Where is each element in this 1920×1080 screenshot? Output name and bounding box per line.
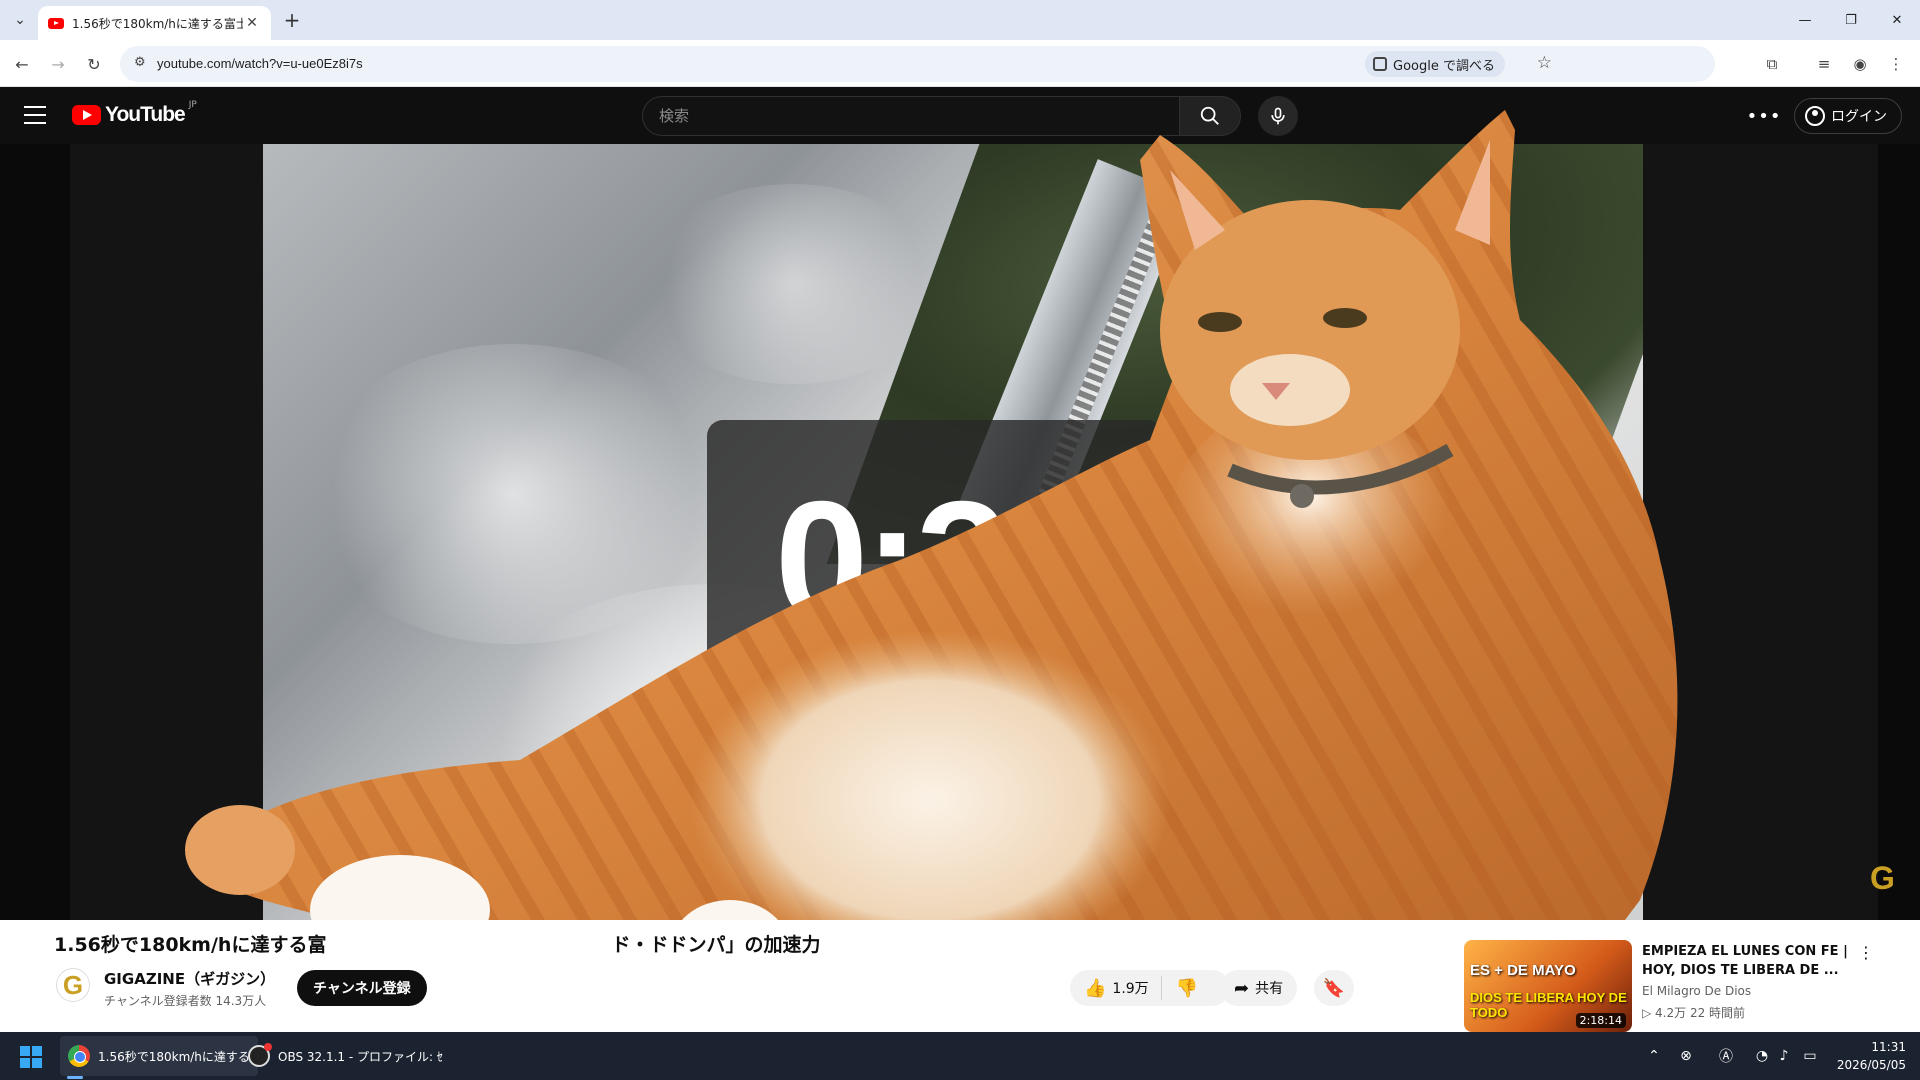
more-options-icon[interactable]: ••• xyxy=(1747,102,1781,130)
video-duration-badge: 2:18:14 xyxy=(1575,1013,1626,1028)
video-title: 1.56秒で180km/hに達する富 ド・ドドンパ」の加速力 xyxy=(54,934,821,956)
chrome-menu-icon[interactable]: ⋮ xyxy=(1884,52,1908,76)
tab-close-icon[interactable]: ✕ xyxy=(243,15,261,31)
recommended-channel[interactable]: El Milagro De Dios xyxy=(1642,984,1751,998)
browser-toolbar: ← → ↻ ⚙ youtube.com/watch?v=u-ue0Ez8i7s … xyxy=(0,40,1920,87)
account-icon xyxy=(1805,106,1825,126)
lens-icon xyxy=(1373,57,1388,71)
volume-icon[interactable]: ♪ xyxy=(1774,1046,1794,1066)
recommended-title[interactable]: EMPIEZA EL LUNES CON FE | HOY, DIOS TE L… xyxy=(1642,942,1852,980)
reload-icon[interactable]: ↻ xyxy=(80,50,108,78)
youtube-logo-text: YouTube xyxy=(105,103,186,126)
wifi-icon[interactable]: ◔ xyxy=(1752,1046,1772,1066)
minimize-button[interactable]: — xyxy=(1782,6,1828,34)
youtube-favicon-icon xyxy=(48,17,64,29)
address-bar[interactable]: ⚙ youtube.com/watch?v=u-ue0Ez8i7s ⎚ Goog… xyxy=(120,46,1715,82)
google-lens-button[interactable]: Google で調べる xyxy=(1365,51,1505,77)
like-button[interactable]: 👍 1.9万 xyxy=(1070,976,1162,1000)
taskbar-chrome-item[interactable]: 1.56秒で180km/hに達する xyxy=(60,1036,258,1076)
windows-taskbar: 1.56秒で180km/hに達する OBS 32.1.1 - プロファイル: ｾ… xyxy=(0,1032,1920,1080)
recommended-more-icon[interactable]: ⋮ xyxy=(1854,940,1878,964)
youtube-header: YouTube JP ••• ログイン xyxy=(0,88,1920,144)
voice-search-button[interactable] xyxy=(1258,96,1298,136)
extensions-icon[interactable]: ⧉ xyxy=(1760,52,1784,76)
login-button[interactable]: ログイン xyxy=(1794,98,1902,134)
tray-overflow-chevron-icon[interactable]: ⌃ xyxy=(1644,1046,1664,1066)
video-player[interactable]: 0:32 xyxy=(263,144,1643,920)
recommended-video-item[interactable]: ES + DE MAYO DIOS TE LIBERA HOY DE TODO … xyxy=(1464,940,1920,1032)
tray-app-close-icon[interactable]: ⊗ xyxy=(1676,1046,1696,1066)
windows-start-icon[interactable] xyxy=(20,1046,42,1068)
clock-date: 2026/05/05 xyxy=(1836,1058,1906,1072)
channel-avatar[interactable]: G xyxy=(56,968,90,1002)
browser-tab-bar: ⌄ 1.56秒で180km/hに達する富士急 ✕ + — ❐ ✕ xyxy=(0,0,1920,40)
recommended-thumbnail[interactable]: ES + DE MAYO DIOS TE LIBERA HOY DE TODO … xyxy=(1464,940,1632,1032)
taskbar-obs-item[interactable]: OBS 32.1.1 - プロファイル: ｾ xyxy=(240,1036,451,1076)
taskbar-chrome-label: 1.56秒で180km/hに達する xyxy=(98,1049,250,1064)
youtube-logo[interactable]: YouTube JP xyxy=(72,100,197,127)
youtube-logo-icon xyxy=(72,105,101,125)
site-info-icon[interactable]: ⚙ xyxy=(134,55,146,70)
share-icon: ➦ xyxy=(1234,977,1250,999)
region-code: JP xyxy=(188,100,197,110)
thumbs-up-icon: 👍 xyxy=(1084,977,1107,999)
browser-tab-active[interactable]: 1.56秒で180km/hに達する富士急 ✕ xyxy=(38,6,271,40)
recommended-meta: ▷ 4.2万 22 時間前 xyxy=(1642,1006,1746,1020)
battery-icon[interactable]: ▭ xyxy=(1800,1046,1820,1066)
taskbar-obs-label: OBS 32.1.1 - プロファイル: ｾ xyxy=(278,1049,443,1064)
forward-arrow-icon[interactable]: → xyxy=(44,50,72,78)
timer-overlay: 0:32 xyxy=(707,420,1163,700)
bookmark-icon: 🔖 xyxy=(1322,977,1346,999)
like-dislike-group: 👍 1.9万 👎 xyxy=(1070,970,1230,1006)
timer-text: 0:32 xyxy=(774,465,1099,654)
microphone-icon xyxy=(1271,107,1285,125)
chrome-icon xyxy=(68,1045,90,1067)
dislike-button[interactable]: 👎 xyxy=(1162,978,1218,999)
new-tab-button[interactable]: + xyxy=(280,8,304,32)
obs-icon xyxy=(248,1043,272,1067)
search-input[interactable] xyxy=(659,97,1159,135)
channel-watermark-logo[interactable]: G xyxy=(1870,860,1904,896)
channel-subscriber-count: チャンネル登録者数 14.3万人 xyxy=(104,994,267,1008)
lens-label: Google で調べる xyxy=(1393,58,1495,74)
active-app-indicator xyxy=(67,1076,83,1079)
share-button[interactable]: ➦ 共有 xyxy=(1220,970,1298,1006)
bookmark-star-icon[interactable]: ☆ xyxy=(1537,53,1552,73)
thumbs-down-icon: 👎 xyxy=(1175,977,1199,999)
like-count: 1.9万 xyxy=(1112,981,1149,997)
channel-name[interactable]: GIGAZINE（ギガジン） xyxy=(104,968,275,989)
url-text[interactable]: youtube.com/watch?v=u-ue0Ez8i7s xyxy=(157,56,363,71)
tray-adobe-icon[interactable]: Ⓐ xyxy=(1716,1046,1736,1066)
share-label: 共有 xyxy=(1255,981,1284,997)
thumbnail-text-line-1: ES + DE MAYO xyxy=(1470,962,1576,979)
hamburger-menu-icon[interactable] xyxy=(24,106,46,124)
search-button[interactable] xyxy=(1179,96,1241,136)
tab-search-chevron-icon[interactable]: ⌄ xyxy=(8,8,32,32)
login-label: ログイン xyxy=(1831,109,1887,125)
media-controls-icon[interactable]: ≡ xyxy=(1812,52,1836,76)
tab-title: 1.56秒で180km/hに達する富士急 xyxy=(72,16,243,31)
profile-icon[interactable]: ◉ xyxy=(1848,52,1872,76)
restore-button[interactable]: ❐ xyxy=(1828,6,1874,34)
clock-time: 11:31 xyxy=(1871,1040,1906,1054)
close-window-button[interactable]: ✕ xyxy=(1874,6,1920,34)
taskbar-clock[interactable]: 11:31 2026/05/05 xyxy=(1837,1038,1906,1074)
back-arrow-icon[interactable]: ← xyxy=(8,50,36,78)
search-icon xyxy=(1200,106,1219,125)
save-button[interactable]: 🔖 xyxy=(1314,970,1354,1006)
search-box xyxy=(642,96,1180,136)
subscribe-button[interactable]: チャンネル登録 xyxy=(297,970,427,1006)
